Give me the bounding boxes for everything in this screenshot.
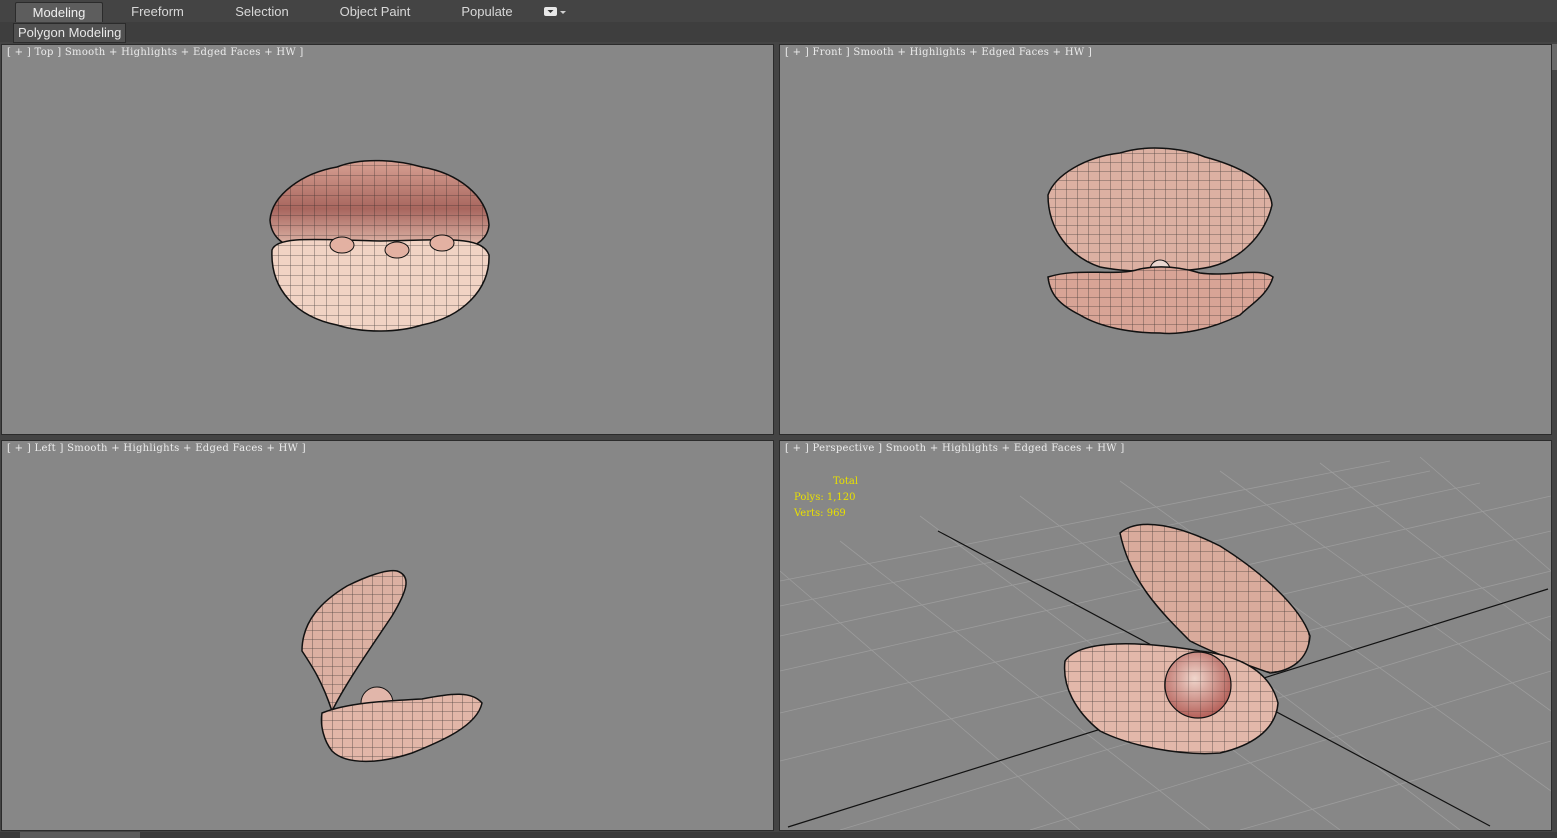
tab-object-paint[interactable]: Object Paint [332,2,418,21]
chevron-down-icon [544,7,566,16]
stats-verts: Verts: 969 [794,508,846,519]
shell-model-left [301,569,483,763]
tab-freeform[interactable]: Freeform [120,2,195,21]
time-slider[interactable] [20,832,140,838]
viewport-left[interactable]: [ + ] Left ] Smooth + Highlights + Edged… [1,440,774,831]
viewport-perspective[interactable]: [ + ] Perspective ] Smooth + Highlights … [779,440,1552,831]
shell-model-front [1047,147,1274,335]
ribbon-options-dropdown[interactable] [543,5,567,17]
viewport-front[interactable]: [ + ] Front ] Smooth + Highlights + Edge… [779,44,1552,435]
viewport-label[interactable]: [ + ] Perspective ] Smooth + Highlights … [785,443,1125,454]
tab-populate[interactable]: Populate [454,2,520,21]
perspective-grid [780,456,1551,830]
viewport-top[interactable]: [ + ] Top ] Smooth + Highlights + Edged … [1,44,774,435]
shell-model-top [269,159,490,332]
ribbon-tab-bar: Modeling Freeform Selection Object Paint… [0,0,1557,23]
stats-polys: Polys: 1,120 [794,492,856,503]
stats-header: Total [833,476,859,487]
tab-modeling[interactable]: Modeling [15,2,103,22]
bottom-status-strip [0,832,1557,838]
ribbon-panel: Polygon Modeling [0,22,1557,43]
panel-polygon-modeling[interactable]: Polygon Modeling [13,23,127,43]
viewport-scrollbar[interactable] [1552,44,1557,70]
scene-statistics: Total Polys: 1,120 Verts: 969 [794,474,858,522]
tab-selection[interactable]: Selection [225,2,299,21]
